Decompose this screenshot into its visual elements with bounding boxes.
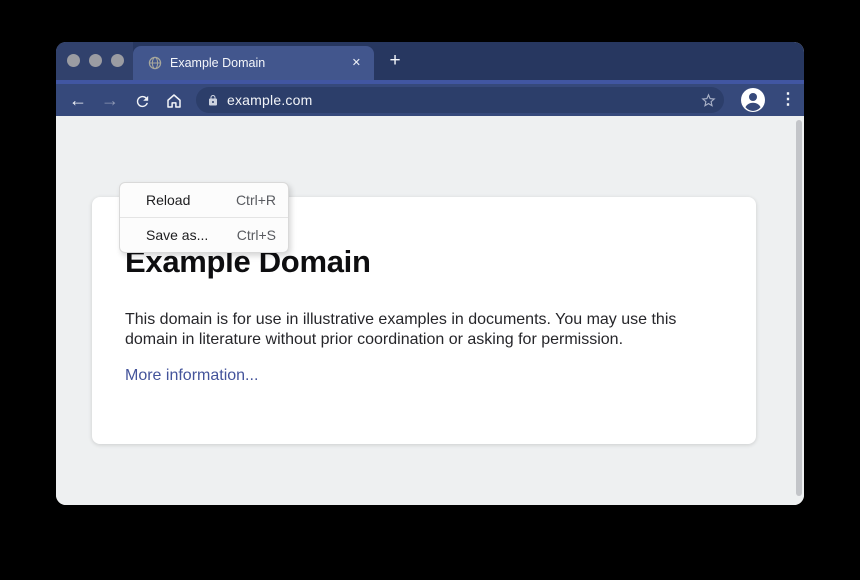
body-text: This domain is for use in illustrative e… <box>125 310 676 350</box>
reload-button[interactable] <box>128 86 156 114</box>
window-maximize-button[interactable] <box>111 54 124 67</box>
menu-item-label: Reload <box>146 192 190 208</box>
home-button[interactable] <box>160 86 188 114</box>
context-menu: Reload Ctrl+R Save as... Ctrl+S <box>119 182 289 253</box>
more-information-link[interactable]: More information... <box>125 366 258 386</box>
avatar-icon <box>740 87 766 113</box>
new-tab-button[interactable]: + <box>383 50 407 74</box>
scrollbar-thumb[interactable] <box>796 120 802 496</box>
address-bar[interactable]: example.com <box>196 87 724 113</box>
menu-item-shortcut: Ctrl+S <box>237 227 276 243</box>
context-menu-item-reload[interactable]: Reload Ctrl+R <box>120 183 288 217</box>
context-menu-item-save-as[interactable]: Save as... Ctrl+S <box>120 218 288 252</box>
profile-avatar-button[interactable] <box>740 87 766 113</box>
tab-close-icon[interactable]: ✕ <box>352 58 361 69</box>
menu-item-label: Save as... <box>146 227 208 243</box>
tab-example-domain[interactable]: Example Domain ✕ <box>133 46 374 80</box>
reload-icon <box>134 93 151 110</box>
forward-button[interactable]: → <box>96 86 124 114</box>
page-viewport: Example Domain This domain is for use in… <box>56 116 804 505</box>
bookmark-star-icon[interactable] <box>700 92 717 109</box>
browser-window: Example Domain ✕ + ← → example.com <box>56 42 804 505</box>
browser-menu-button[interactable]: ⋮ <box>776 87 800 113</box>
lock-icon[interactable] <box>207 94 219 107</box>
scrollbar-track[interactable] <box>795 118 803 498</box>
body-text-line: domain in literature without prior coord… <box>125 330 676 350</box>
url-text: example.com <box>227 92 700 108</box>
window-minimize-button[interactable] <box>89 54 102 67</box>
menu-item-shortcut: Ctrl+R <box>236 192 276 208</box>
globe-favicon-icon <box>148 56 162 70</box>
window-controls <box>56 42 133 80</box>
window-close-button[interactable] <box>67 54 80 67</box>
back-button[interactable]: ← <box>64 86 92 114</box>
tab-strip: Example Domain ✕ + <box>56 42 804 80</box>
browser-toolbar: ← → example.com <box>56 84 804 116</box>
home-icon <box>165 92 183 110</box>
tab-title: Example Domain <box>170 56 352 70</box>
body-text-line: This domain is for use in illustrative e… <box>125 310 676 330</box>
